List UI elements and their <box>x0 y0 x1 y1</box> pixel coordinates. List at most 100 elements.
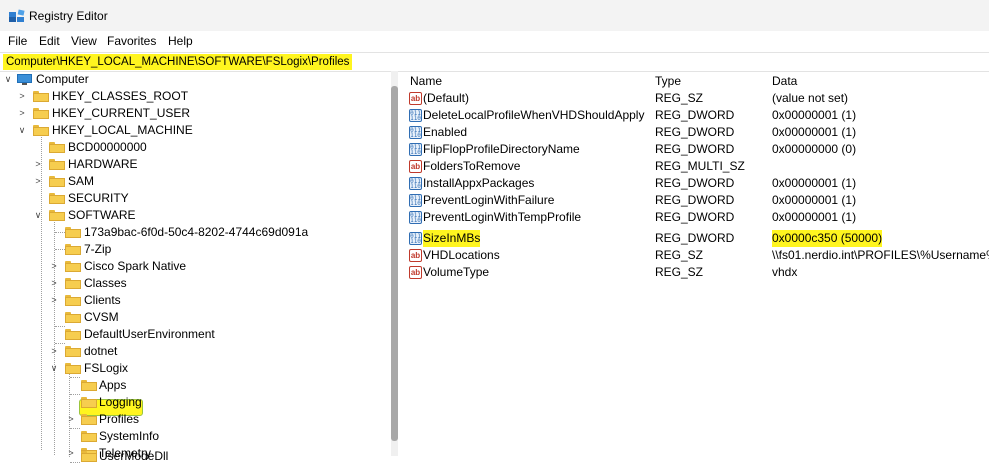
window-title: Registry Editor <box>29 9 108 23</box>
chevron-down-icon[interactable]: ∨ <box>49 360 59 377</box>
chevron-right-icon[interactable]: > <box>49 275 59 292</box>
tree-node-label: SECURITY <box>68 191 129 205</box>
chevron-down-icon[interactable]: ∨ <box>17 122 27 139</box>
value-data: 0x00000001 (1) <box>772 125 857 139</box>
chevron-right-icon[interactable]: > <box>66 411 76 428</box>
value-row[interactable]: 011 110 Enabled REG_DWORD 0x00000001 (1) <box>403 124 989 141</box>
folder-icon <box>65 363 81 374</box>
address-path[interactable]: Computer\HKEY_LOCAL_MACHINE\SOFTWARE\FSL… <box>3 54 353 70</box>
tree-node-label: HARDWARE <box>68 157 138 171</box>
value-data: 0x00000001 (1) <box>772 210 857 224</box>
address-bar[interactable]: Computer\HKEY_LOCAL_MACHINE\SOFTWARE\FSL… <box>0 52 989 72</box>
registry-editor-icon <box>9 9 25 22</box>
folder-icon <box>81 431 97 442</box>
computer-icon <box>17 74 32 86</box>
chevron-right-icon[interactable]: > <box>33 156 43 173</box>
value-name: VolumeType <box>423 265 490 279</box>
folder-icon <box>81 397 97 408</box>
menu-edit[interactable]: Edit <box>39 34 60 48</box>
value-row-highlighted[interactable]: 011 110 SizeInMBs REG_DWORD 0x0000c350 (5… <box>403 230 989 247</box>
values-list: Name Type Data ab (Default) REG_SZ (valu… <box>403 71 989 466</box>
folder-icon <box>65 278 81 289</box>
value-type: REG_SZ <box>655 91 704 105</box>
menu-bar: File Edit View Favorites Help <box>0 31 989 50</box>
chevron-right-icon[interactable]: > <box>17 88 27 105</box>
tree-connector <box>70 462 80 463</box>
value-data: \\fs01.nerdio.int\PROFILES\%Username% <box>772 248 989 262</box>
menu-help[interactable]: Help <box>168 34 193 48</box>
binary-value-icon: 011 110 <box>409 194 422 207</box>
value-row[interactable]: 011 110 InstallAppxPackages REG_DWORD 0x0… <box>403 175 989 192</box>
value-data: 0x0000c350 (50000) <box>772 230 883 247</box>
value-row[interactable]: 011 110 PreventLoginWithFailure REG_DWORD… <box>403 192 989 209</box>
chevron-right-icon[interactable]: > <box>17 105 27 122</box>
column-header-data[interactable]: Data <box>772 74 797 88</box>
chevron-right-icon[interactable]: > <box>49 343 59 360</box>
binary-value-icon: 011 110 <box>409 109 422 122</box>
folder-icon <box>65 261 81 272</box>
tree-node-label: CVSM <box>84 310 119 324</box>
folder-icon <box>65 346 81 357</box>
chevron-right-icon[interactable]: > <box>49 258 59 275</box>
tree-connector <box>70 377 80 378</box>
value-row[interactable]: ab (Default) REG_SZ (value not set) <box>403 90 989 107</box>
value-data: vhdx <box>772 265 798 279</box>
chevron-down-icon[interactable]: ∨ <box>33 207 43 224</box>
value-type: REG_DWORD <box>655 210 735 224</box>
folder-icon <box>49 142 65 153</box>
value-type: REG_DWORD <box>655 142 735 156</box>
folder-icon <box>33 91 49 102</box>
value-name: Enabled <box>423 125 468 139</box>
value-type: REG_DWORD <box>655 231 735 245</box>
registry-tree: ∨ Computer > HKEY_CLASSES_ROOT > HKEY_CU… <box>0 71 400 466</box>
folder-icon <box>49 176 65 187</box>
menu-file[interactable]: File <box>8 34 27 48</box>
tree-connector <box>55 249 65 250</box>
tree-node-label: 173a9bac-6f0d-50c4-8202-4744c69d091a <box>84 225 309 239</box>
tree-node-label: Clients <box>84 293 121 307</box>
value-data: 0x00000001 (1) <box>772 193 857 207</box>
menu-favorites[interactable]: Favorites <box>107 34 156 48</box>
value-row[interactable]: 011 110 FlipFlopProfileDirectoryName REG_… <box>403 141 989 158</box>
value-type: REG_MULTI_SZ <box>655 159 745 173</box>
chevron-right-icon[interactable]: > <box>49 292 59 309</box>
tree-connector <box>70 428 80 429</box>
folder-icon <box>33 125 49 136</box>
tree-node-label: HKEY_LOCAL_MACHINE <box>52 123 193 137</box>
binary-value-icon: 011 110 <box>409 177 422 190</box>
tree-node-label: Profiles <box>99 412 140 426</box>
tree-node-label: Computer <box>36 72 89 86</box>
tree-scrollbar-thumb[interactable] <box>391 86 398 441</box>
tree-node-label: UserModeDll <box>99 449 169 463</box>
folder-icon <box>81 451 97 462</box>
chevron-down-icon[interactable]: ∨ <box>3 71 13 88</box>
value-data: 0x00000001 (1) <box>772 176 857 190</box>
folder-icon <box>49 159 65 170</box>
tree-node-label: SystemInfo <box>99 429 160 443</box>
tree-node-label: FSLogix <box>84 361 129 375</box>
value-row[interactable]: 011 110 PreventLoginWithTempProfile REG_D… <box>403 209 989 226</box>
chevron-right-icon[interactable]: > <box>66 445 76 462</box>
column-header-type[interactable]: Type <box>655 74 681 88</box>
menu-view[interactable]: View <box>71 34 97 48</box>
value-row[interactable]: 011 110 DeleteLocalProfileWhenVHDShouldAp… <box>403 107 989 124</box>
binary-value-icon: 011 110 <box>409 126 422 139</box>
folder-icon <box>65 329 81 340</box>
value-name: FoldersToRemove <box>423 159 521 173</box>
tree-node-label: HKEY_CLASSES_ROOT <box>52 89 189 103</box>
folder-icon <box>65 244 81 255</box>
value-type: REG_SZ <box>655 248 704 262</box>
string-value-icon: ab <box>409 160 422 173</box>
tree-node-label: dotnet <box>84 344 118 358</box>
binary-value-icon: 011 110 <box>409 211 422 224</box>
value-name: PreventLoginWithTempProfile <box>423 210 582 224</box>
column-header-name[interactable]: Name <box>410 74 442 88</box>
value-row[interactable]: ab VolumeType REG_SZ vhdx <box>403 264 989 281</box>
tree-node-label: HKEY_CURRENT_USER <box>52 106 191 120</box>
tree-connector <box>55 232 65 233</box>
value-row[interactable]: ab VHDLocations REG_SZ \\fs01.nerdio.int… <box>403 247 989 264</box>
chevron-right-icon[interactable]: > <box>33 173 43 190</box>
value-name: DeleteLocalProfileWhenVHDShouldApply <box>423 108 645 122</box>
string-value-icon: ab <box>409 92 422 105</box>
value-row[interactable]: ab FoldersToRemove REG_MULTI_SZ <box>403 158 989 175</box>
